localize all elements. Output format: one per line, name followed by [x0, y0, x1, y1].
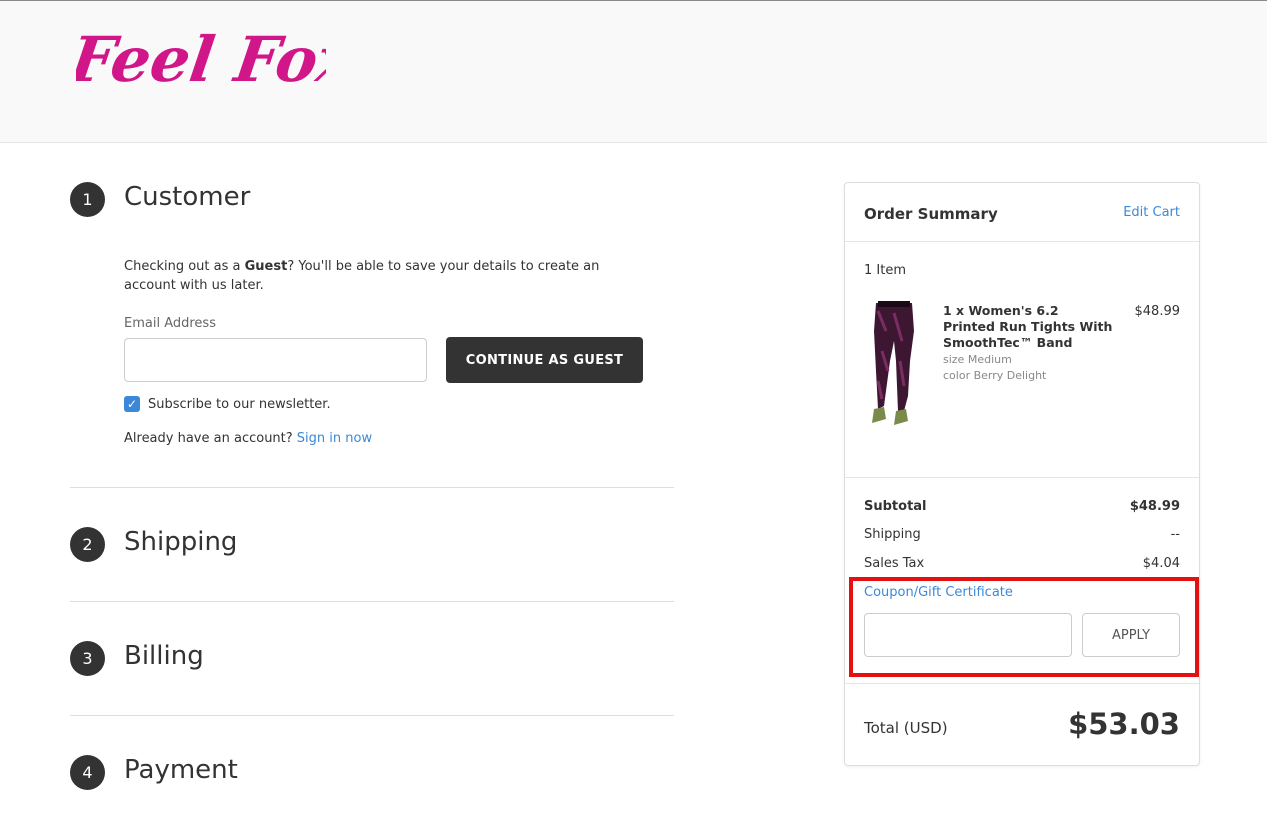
- order-summary: Order Summary Edit Cart 1 Item 1 x Women…: [844, 182, 1200, 766]
- newsletter-checkbox[interactable]: ✓: [124, 396, 140, 412]
- edit-cart-link[interactable]: Edit Cart: [1123, 205, 1180, 220]
- divider: [70, 487, 674, 488]
- total-label: Total (USD): [864, 719, 948, 737]
- product-price: $48.99: [1134, 304, 1181, 319]
- subtotal-label: Subtotal: [864, 499, 927, 514]
- coupon-input[interactable]: [864, 613, 1072, 657]
- feel-foxy-logo[interactable]: Feel Foxy: [76, 9, 326, 109]
- step-title: Shipping: [124, 527, 238, 557]
- step-number: 1: [70, 182, 105, 217]
- item-count: 1 Item: [864, 263, 906, 278]
- divider: [845, 477, 1199, 478]
- order-summary-title: Order Summary: [864, 205, 998, 223]
- coupon-link[interactable]: Coupon/Gift Certificate: [864, 585, 1013, 600]
- divider: [70, 715, 674, 716]
- product-size: size Medium: [943, 353, 1012, 366]
- email-label: Email Address: [124, 316, 216, 331]
- newsletter-label: Subscribe to our newsletter.: [148, 397, 331, 412]
- product-color: color Berry Delight: [943, 369, 1047, 382]
- email-input[interactable]: [124, 338, 427, 382]
- continue-as-guest-button[interactable]: CONTINUE AS GUEST: [446, 337, 643, 383]
- step-number: 2: [70, 527, 105, 562]
- svg-text:Feel Foxy: Feel Foxy: [76, 23, 326, 96]
- shipping-label: Shipping: [864, 527, 921, 542]
- step-title: Customer: [124, 182, 251, 212]
- account-prompt: Already have an account? Sign in now: [124, 431, 373, 446]
- divider: [845, 241, 1199, 242]
- apply-coupon-button[interactable]: APPLY: [1082, 613, 1180, 657]
- sign-in-link[interactable]: Sign in now: [297, 431, 372, 446]
- divider: [845, 683, 1199, 684]
- product-thumbnail: [872, 301, 914, 425]
- sales-tax-label: Sales Tax: [864, 556, 925, 571]
- product-name: 1 x Women's 6.2 Printed Run Tights With …: [943, 303, 1113, 350]
- guest-checkout-text: Checking out as a Guest? You'll be able …: [124, 259, 600, 293]
- step-number: 3: [70, 641, 105, 676]
- shipping-value: --: [1170, 527, 1180, 542]
- total-value: $53.03: [1068, 707, 1180, 741]
- site-header: Feel Foxy: [0, 0, 1267, 143]
- step-number: 4: [70, 755, 105, 790]
- subtotal-value: $48.99: [1129, 499, 1180, 514]
- step-title: Billing: [124, 641, 204, 671]
- divider: [70, 601, 674, 602]
- sales-tax-value: $4.04: [1142, 556, 1180, 571]
- step-title: Payment: [124, 755, 238, 785]
